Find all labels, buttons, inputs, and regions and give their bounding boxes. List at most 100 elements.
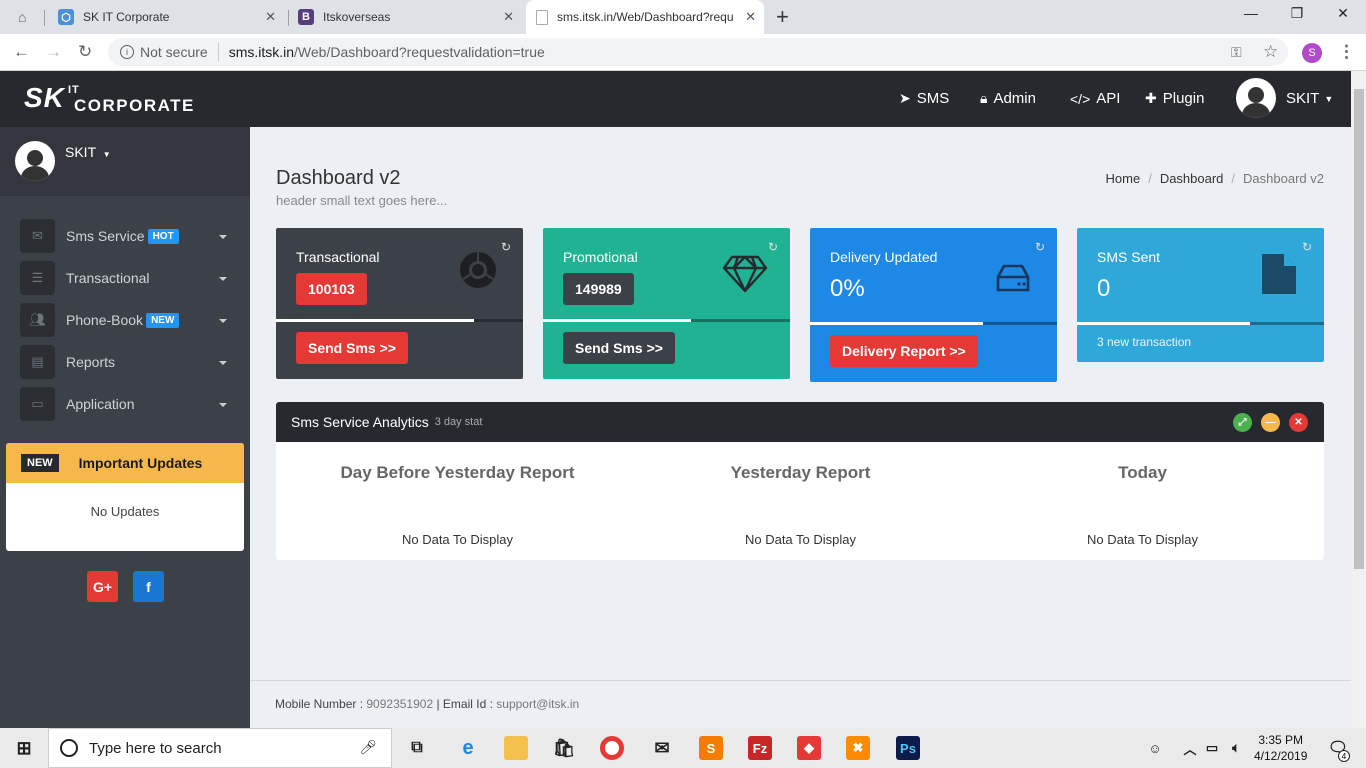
- sublime-icon[interactable]: S: [699, 736, 723, 760]
- tab-home[interactable]: ⌂: [10, 0, 40, 34]
- expand-icon[interactable]: ⤢: [1233, 413, 1252, 432]
- footer-email[interactable]: support@itsk.in: [496, 697, 579, 711]
- users-icon: 👥︎: [20, 303, 55, 337]
- analytics-subtitle: 3 day stat: [434, 416, 483, 428]
- sidebar-item-label: Phone-Book: [66, 312, 144, 328]
- close-tab-icon[interactable]: ✕: [745, 9, 756, 25]
- filezilla-icon[interactable]: Fz: [748, 736, 772, 760]
- chrome-taskbar-icon[interactable]: [600, 736, 624, 760]
- laptop-icon: ▭: [20, 387, 55, 421]
- minimize-panel-icon[interactable]: —: [1261, 413, 1280, 432]
- people-icon[interactable]: ☺: [1143, 736, 1167, 760]
- send-sms-button[interactable]: Send Sms >>: [563, 332, 675, 364]
- info-icon[interactable]: i: [120, 45, 134, 59]
- diamond-icon: [722, 254, 768, 304]
- nav-admin[interactable]: 🔒︎ Admin: [980, 90, 1036, 107]
- analytics-panel: Sms Service Analytics 3 day stat ⤢ — ✕ D…: [276, 402, 1324, 560]
- reload-icon[interactable]: ↻: [78, 42, 92, 62]
- sidebar-item-phone-book[interactable]: 👥︎ Phone-Book NEW: [20, 303, 235, 337]
- tab-sk-it-corporate[interactable]: ⬡ SK IT Corporate ✕: [50, 0, 284, 34]
- back-icon[interactable]: ←: [13, 42, 30, 62]
- microphone-icon[interactable]: 🎤︎: [359, 739, 377, 756]
- facebook-button[interactable]: f: [133, 571, 164, 602]
- page-scrollbar[interactable]: [1351, 71, 1366, 728]
- progress-fill: [810, 322, 983, 325]
- close-panel-icon[interactable]: ✕: [1289, 413, 1308, 432]
- lock-icon: 🔒︎: [980, 90, 988, 106]
- file-explorer-icon[interactable]: [504, 736, 528, 760]
- tab-itskoverseas[interactable]: B Itskoverseas ✕: [292, 0, 522, 34]
- mail-icon[interactable]: ✉: [650, 736, 674, 760]
- network-icon[interactable]: ▭: [1200, 736, 1224, 760]
- sidebar-user-menu[interactable]: SKIT ▼: [65, 144, 111, 160]
- taskbar-search[interactable]: Type here to search 🎤︎: [48, 728, 392, 768]
- scrollbar-thumb[interactable]: [1354, 89, 1364, 569]
- security-label[interactable]: Not secure: [140, 44, 208, 60]
- photoshop-icon[interactable]: Ps: [896, 736, 920, 760]
- google-plus-button[interactable]: G+: [87, 571, 118, 602]
- yesterday-column: Yesterday Report No Data To Display: [629, 442, 972, 547]
- xampp-icon[interactable]: ✖: [846, 736, 870, 760]
- sidebar-item-reports[interactable]: ▤ Reports: [20, 345, 235, 379]
- refresh-icon[interactable]: ↻: [768, 240, 778, 254]
- column-body: No Data To Display: [1086, 532, 1199, 547]
- windows-start-icon[interactable]: ⊞: [12, 736, 36, 760]
- key-icon[interactable]: ⚿: [1231, 44, 1242, 61]
- sidebar-item-sms-service[interactable]: ✉ Sms Service HOT: [20, 219, 235, 253]
- logo-it: IT: [68, 84, 80, 96]
- chevron-up-icon[interactable]: ︿: [1178, 736, 1202, 760]
- system-clock[interactable]: 3:35 PM 4/12/2019: [1254, 732, 1307, 764]
- caret-down-icon: ▼: [102, 150, 111, 159]
- nav-plugin[interactable]: ✚ Plugin: [1145, 90, 1204, 107]
- restore-icon[interactable]: ❐: [1287, 5, 1307, 22]
- forward-icon[interactable]: →: [45, 42, 62, 62]
- list-icon: ☰: [20, 261, 55, 295]
- refresh-icon[interactable]: ↻: [501, 240, 511, 254]
- close-tab-icon[interactable]: ✕: [265, 9, 276, 25]
- cortana-icon: [60, 739, 78, 757]
- breadcrumb-dashboard[interactable]: Dashboard: [1160, 171, 1224, 186]
- sidebar-item-transactional[interactable]: ☰ Transactional: [20, 261, 235, 295]
- caret-down-icon: [219, 361, 227, 365]
- nav-label: SMS: [916, 90, 950, 107]
- new-tab-button[interactable]: +: [776, 0, 796, 34]
- star-icon[interactable]: ☆: [1263, 42, 1278, 62]
- tab-label: sms.itsk.in/Web/Dashboard?requ: [557, 10, 734, 24]
- sidebar-item-label: Transactional: [66, 270, 150, 286]
- user-menu[interactable]: SKIT ▼: [1286, 90, 1333, 107]
- sidebar-item-application[interactable]: ▭ Application: [20, 387, 235, 421]
- send-sms-button[interactable]: Send Sms >>: [296, 332, 408, 364]
- card-value: 100103: [296, 273, 367, 305]
- updates-title: Important Updates: [78, 455, 203, 471]
- card-title: Promotional: [563, 249, 638, 265]
- logo-sk: SK: [24, 82, 65, 113]
- close-tab-icon[interactable]: ✕: [503, 9, 514, 25]
- refresh-icon[interactable]: ↻: [1035, 240, 1045, 254]
- minimize-icon[interactable]: —: [1241, 5, 1261, 21]
- menu-icon[interactable]: ⋮: [1338, 42, 1355, 62]
- browser-tab-bar: ⌂ ⬡ SK IT Corporate ✕ B Itskoverseas ✕ s…: [0, 0, 1366, 34]
- tab-dashboard[interactable]: sms.itsk.in/Web/Dashboard?requ ✕: [526, 0, 764, 34]
- analytics-title: Sms Service Analytics: [291, 414, 429, 430]
- breadcrumb-home[interactable]: Home: [1106, 171, 1141, 186]
- address-bar-row: ← → ↻ i Not secure sms.itsk.in /Web/Dash…: [0, 34, 1366, 71]
- refresh-icon[interactable]: ↻: [1302, 240, 1312, 254]
- nav-api[interactable]: </> API: [1070, 90, 1120, 107]
- progress-fill: [1077, 322, 1250, 325]
- delivery-report-button[interactable]: Delivery Report >>: [830, 335, 978, 367]
- column-heading: Today: [1118, 463, 1167, 482]
- card-footer: 3 new transaction: [1097, 335, 1192, 349]
- volume-icon[interactable]: 🔈︎: [1224, 736, 1248, 760]
- close-window-icon[interactable]: ✕: [1333, 5, 1353, 22]
- edge-icon[interactable]: e: [456, 736, 480, 760]
- avatar[interactable]: [1236, 78, 1276, 118]
- store-icon[interactable]: 🛍︎: [552, 736, 576, 760]
- nav-sms[interactable]: ➤ SMS: [899, 90, 949, 107]
- task-view-icon[interactable]: ⧉: [405, 736, 429, 760]
- avatar: [15, 141, 55, 181]
- anydesk-icon[interactable]: ◆: [797, 736, 821, 760]
- profile-avatar[interactable]: S: [1302, 43, 1322, 63]
- url-domain: sms.itsk.in: [228, 44, 295, 60]
- url-field[interactable]: i Not secure sms.itsk.in /Web/Dashboard?…: [108, 38, 1288, 66]
- sidebar-item-label: Reports: [66, 354, 116, 370]
